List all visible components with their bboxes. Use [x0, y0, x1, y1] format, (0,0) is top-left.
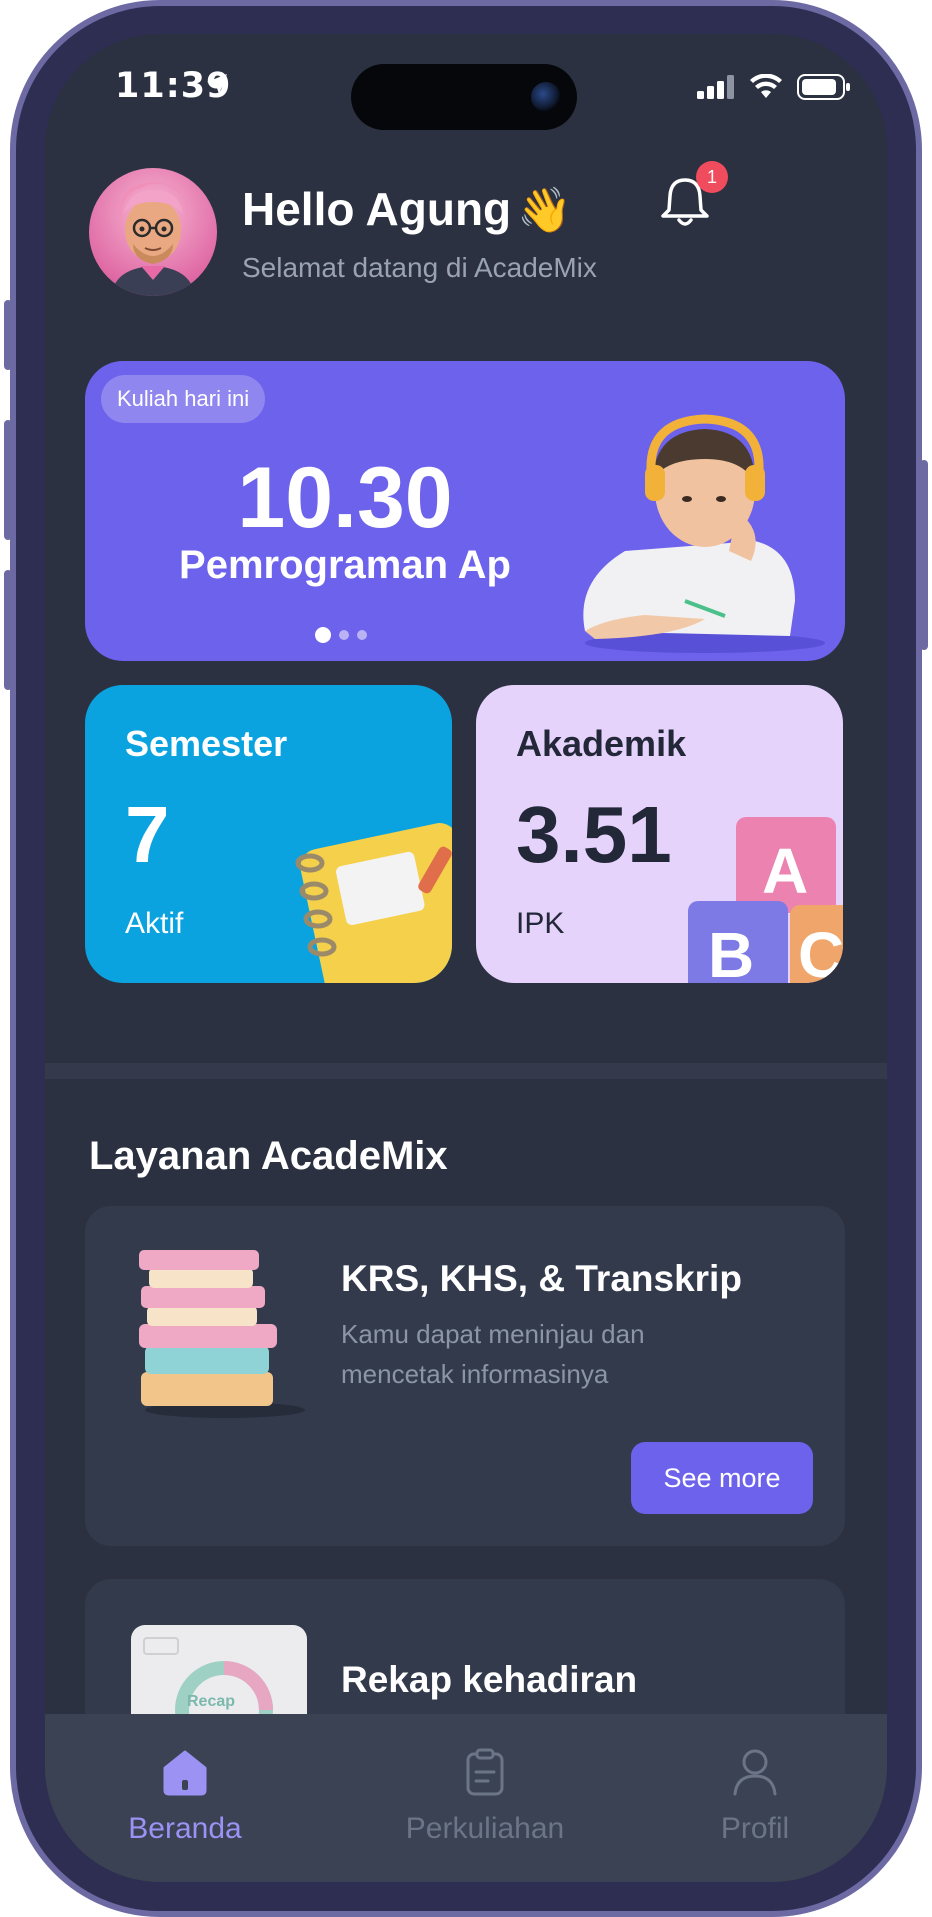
attendance-title: Rekap kehadiran — [341, 1659, 638, 1700]
cellular-signal-icon — [697, 75, 734, 99]
dynamic-island — [351, 64, 577, 130]
class-course-name: Pemrograman Ap — [179, 543, 511, 587]
student-studying-illustration — [583, 414, 825, 653]
recap-thumb-notch — [143, 1637, 179, 1655]
wifi-icon — [750, 74, 782, 98]
volume-down-button — [4, 570, 12, 690]
akademik-title: Akademik — [516, 723, 687, 764]
semester-title: Semester — [125, 723, 288, 764]
tab-beranda[interactable]: Beranda — [105, 1746, 265, 1846]
gpa-caption: IPK — [516, 907, 565, 940]
user-icon — [733, 1749, 777, 1796]
notebook-illustration — [295, 823, 452, 983]
carousel-dot-2[interactable] — [339, 630, 349, 640]
carousel-indicator — [315, 627, 367, 643]
krs-description: Kamu dapat meninjau dan mencetak informa… — [341, 1319, 645, 1389]
tab-perkuliahan[interactable]: Perkuliahan — [375, 1746, 595, 1846]
clipboard-icon — [466, 1748, 504, 1796]
tab-perkuliahan-label: Perkuliahan — [405, 1812, 565, 1845]
bottom-tab-bar: Beranda Perkuliahan Profil — [45, 1714, 887, 1882]
gpa-value: 3.51 — [516, 790, 672, 879]
tab-profil[interactable]: Profil — [685, 1746, 825, 1846]
section-divider — [45, 1063, 887, 1079]
notification-badge: 1 — [696, 161, 728, 193]
avatar-illustration — [111, 182, 195, 296]
front-camera — [531, 82, 561, 112]
books-stack-illustration — [139, 1250, 305, 1418]
welcome-subtitle: Selamat datang di AcadeMix — [242, 252, 597, 283]
greeting-title: Hello Agung 👋 — [242, 182, 572, 236]
home-icon — [163, 1750, 207, 1796]
class-time: 10.30 — [237, 450, 453, 546]
semester-card[interactable]: Semester 7 Aktif — [85, 685, 452, 983]
volume-up-button — [4, 420, 12, 540]
battery-icon — [797, 74, 850, 100]
see-more-button[interactable]: See more — [631, 1442, 813, 1514]
action-button — [4, 300, 12, 370]
waving-hand-icon: 👋 — [517, 186, 572, 235]
svg-text:C: C — [798, 919, 843, 983]
akademik-card[interactable]: Akademik 3.51 IPK A B C — [476, 685, 843, 983]
greeting-text: Hello Agung — [242, 183, 512, 235]
abc-blocks-illustration: A B C — [688, 817, 843, 983]
power-button — [920, 460, 928, 650]
status-icons — [697, 74, 851, 100]
today-class-chip: Kuliah hari ini — [101, 375, 266, 423]
krs-title: KRS, KHS, & Transkrip — [341, 1258, 742, 1299]
semester-value: 7 — [125, 790, 170, 879]
avatar[interactable] — [89, 168, 217, 296]
recap-thumb-label: Recap — [187, 1693, 236, 1710]
carousel-dot-1[interactable] — [315, 627, 331, 643]
svg-text:A: A — [762, 835, 808, 907]
service-card-krs[interactable]: KRS, KHS, & Transkrip Kamu dapat meninja… — [85, 1206, 845, 1546]
tab-profil-label: Profil — [720, 1812, 790, 1845]
carousel-dot-3[interactable] — [357, 630, 367, 640]
today-class-banner[interactable]: Kuliah hari ini 10.30 Pemrograman Ap — [85, 361, 845, 661]
location-arrow-icon — [207, 74, 227, 94]
svg-text:B: B — [708, 919, 754, 983]
app-screen: 11:39 Hello Agung 👋 Selamat datang di Ac… — [45, 34, 887, 1882]
tab-beranda-label: Beranda — [128, 1812, 242, 1845]
semester-caption: Aktif — [125, 907, 184, 940]
services-section-title: Layanan AcadeMix — [89, 1134, 448, 1178]
